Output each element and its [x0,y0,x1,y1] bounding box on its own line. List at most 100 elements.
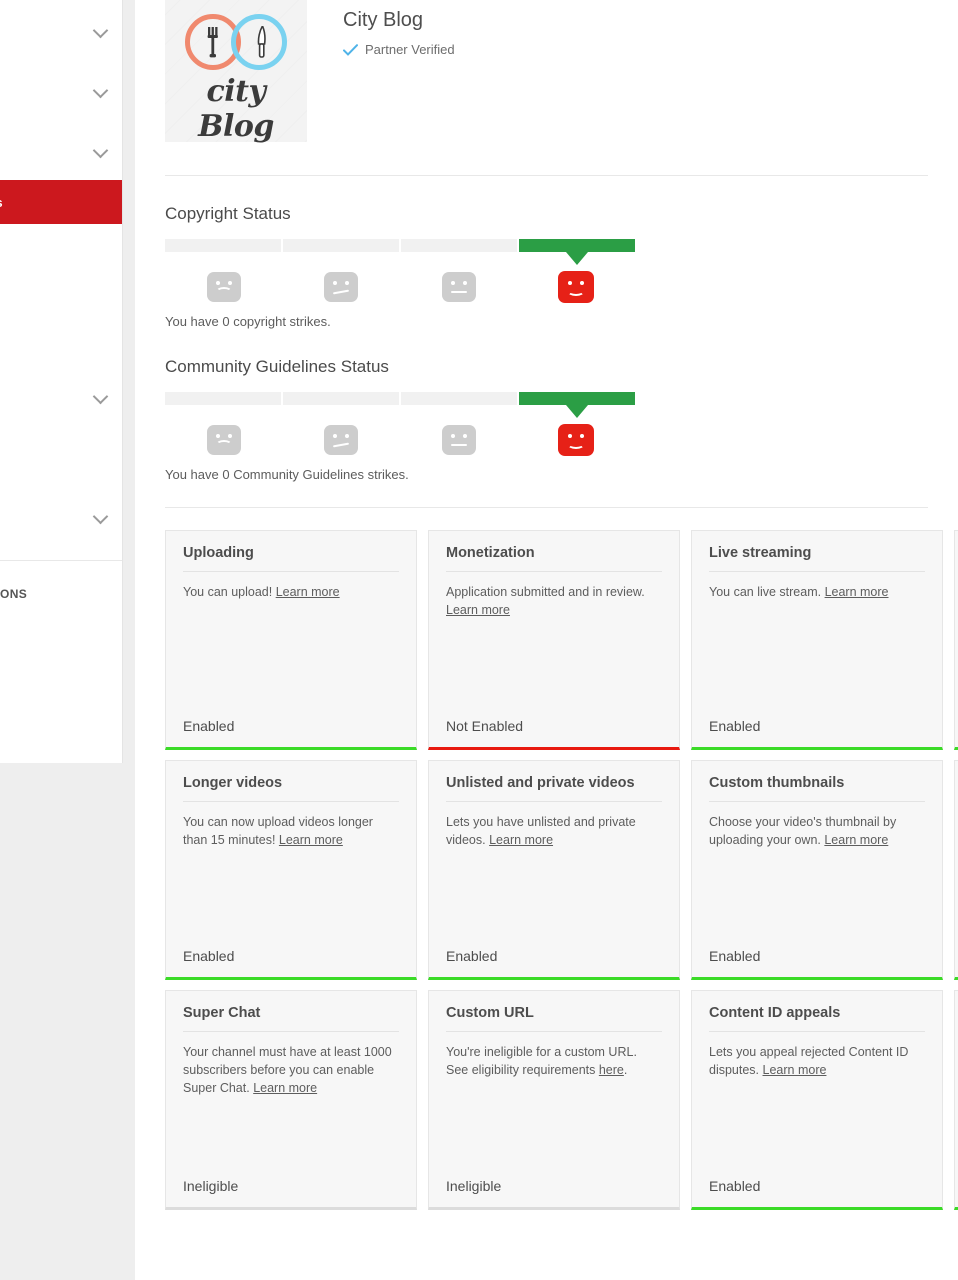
sidebar-item-upload-defaults[interactable]: Upload defaults [0,238,123,282]
feature-card-description: Lets you have unlisted and private video… [446,802,662,948]
feature-card-description: Lets you appeal rejected Content ID disp… [709,1032,925,1178]
sidebar-group-label: LIVE STREAMING [0,83,91,97]
learn-more-link[interactable]: here [599,1063,624,1077]
feature-card-title: Longer videos [183,775,399,802]
feature-card-title: Super Chat [183,1005,399,1032]
meter-pointer-icon [566,252,588,265]
meter-segment [165,239,281,252]
feature-card-title: Unlisted and private videos [446,775,662,802]
copyright-status-title: Copyright Status [165,176,928,239]
feature-card[interactable]: Super ChatYour channel must have at leas… [165,990,417,1210]
feature-card[interactable]: UploadingYou can upload! Learn moreEnabl… [165,530,417,750]
copyright-status-section: Copyright Status You have 0 copyright st [135,176,958,329]
sidebar: VIDEO MANAGER LIVE STREAMING COMMUNITY S… [0,0,123,763]
feature-card[interactable]: Longer videosYou can now upload videos l… [165,760,417,980]
feature-card[interactable]: External annotationsEnabled [954,760,958,980]
logo-wordmark: city Blog [165,74,307,144]
feature-card-description: Application submitted and in review. Lea… [446,572,662,718]
feature-card-status: Not Enabled [446,718,662,747]
community-status-title: Community Guidelines Status [165,329,928,392]
meter-segment [401,239,517,252]
feature-card-title: Content ID appeals [709,1005,925,1032]
meter-pointer-icon [566,405,588,418]
feature-card-status: Enabled [709,718,925,747]
feature-card-title: Custom URL [446,1005,662,1032]
feature-card-title: Custom thumbnails [709,775,925,802]
chevron-down-icon [91,80,111,100]
meter-segment [283,239,399,252]
feature-card-title: Monetization [446,545,662,572]
feature-card[interactable]: Live streamingYou can live stream. Learn… [691,530,943,750]
copyright-strikes-note: You have 0 copyright strikes. [165,308,928,329]
features-grid: UploadingYou can upload! Learn moreEnabl… [135,508,958,1210]
sidebar-group-live-streaming[interactable]: LIVE STREAMING [0,60,123,120]
community-status-meter [165,392,635,405]
verified-badge: Partner Verified [343,42,455,57]
feature-card-row: Super ChatYour channel must have at leas… [165,990,958,1210]
feature-card-description: Choose your video's thumbnail by uploadi… [709,802,925,948]
happy-face-icon-active [558,271,594,303]
feature-card-status: Enabled [183,948,399,977]
frown-face-icon [324,272,358,302]
learn-more-link[interactable]: Learn more [763,1063,827,1077]
meter-segment-active [519,392,635,405]
sidebar-item-label: Status and features [0,195,3,210]
sidebar-group-analytics[interactable]: ANALYTICS [0,366,123,426]
meter-segment [283,392,399,405]
neutral-face-icon [442,272,476,302]
sad-face-icon [207,425,241,455]
learn-more-link[interactable]: Learn more [825,585,889,599]
feature-card-title: Live streaming [709,545,925,572]
channel-avatar-icon[interactable]: city Blog [165,0,307,142]
meter-segment [401,392,517,405]
chevron-down-icon [91,20,111,40]
learn-more-link[interactable]: Learn more [253,1081,317,1095]
feature-card-status: Enabled [183,718,399,747]
verified-label: Partner Verified [365,42,455,57]
feature-card-description: You can now upload videos longer than 15… [183,802,399,948]
main-content: city Blog City Blog Partner Verified Cop… [135,0,958,1280]
sidebar-group-label: CREATE [0,509,91,523]
learn-more-link[interactable]: Learn more [824,833,888,847]
feature-card-title: Uploading [183,545,399,572]
sidebar-group-create[interactable]: CREATE [0,486,123,546]
learn-more-link[interactable]: Learn more [279,833,343,847]
feature-card[interactable]: Custom thumbnailsChoose your video's thu… [691,760,943,980]
channel-meta: City Blog Partner Verified [307,0,455,175]
learn-more-link[interactable]: Learn more [276,585,340,599]
feature-card-description: You can upload! Learn more [183,572,399,718]
feature-card-status: Enabled [709,1178,925,1207]
feature-card[interactable]: MonetizationEnabled [954,530,958,750]
feature-card-description: You can live stream. Learn more [709,572,925,718]
sidebar-group-translations-transcriptions[interactable]: TRANSLATIONS & TRANSCRIPTIONS [0,426,123,486]
meter-segment-active [519,239,635,252]
fork-icon [207,27,220,58]
feature-card-status: Ineligible [446,1178,662,1207]
feature-card[interactable]: Custom URLYou're ineligible for a custom… [428,990,680,1210]
chevron-down-icon [91,506,111,526]
meter-segment [165,392,281,405]
feature-card-description: You're ineligible for a custom URL. See … [446,1032,662,1178]
feature-card-description: Your channel must have at least 1000 sub… [183,1032,399,1178]
sidebar-divider [0,560,123,561]
feature-card-status: Enabled [709,948,925,977]
feature-card[interactable]: Content ID appealsLets you appeal reject… [691,990,943,1210]
sidebar-item-status-and-features[interactable]: Status and features [0,180,123,224]
feature-card[interactable]: Embed live streamsEnabled [954,990,958,1210]
feature-card-status: Enabled [446,948,662,977]
neutral-face-icon [442,425,476,455]
feature-card-row: Longer videosYou can now upload videos l… [165,760,958,980]
learn-more-link[interactable]: Learn more [489,833,553,847]
sidebar-group-community[interactable]: COMMUNITY [0,120,123,180]
chevron-down-icon [91,386,111,406]
feature-card[interactable]: MonetizationApplication submitted and in… [428,530,680,750]
sad-face-icon [207,272,241,302]
community-status-section: Community Guidelines Status You have 0 C [135,329,958,482]
learn-more-link[interactable]: Learn more [446,603,510,617]
check-icon [343,44,358,56]
sidebar-group-video-manager[interactable]: VIDEO MANAGER [0,0,123,60]
feature-card-row: UploadingYou can upload! Learn moreEnabl… [165,530,958,750]
feature-card[interactable]: Unlisted and private videosLets you have… [428,760,680,980]
page-title: City Blog [343,8,455,32]
community-strikes-note: You have 0 Community Guidelines strikes. [165,461,928,482]
